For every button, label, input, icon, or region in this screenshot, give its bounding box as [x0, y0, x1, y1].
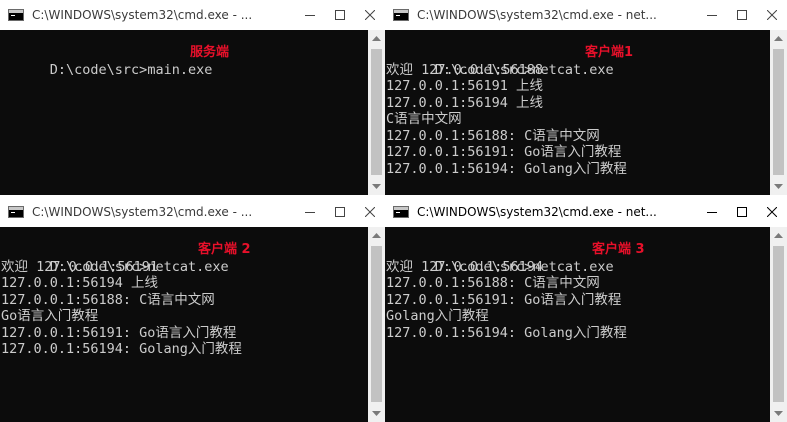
minimize-button[interactable]	[295, 0, 325, 30]
cmd-console-icon	[8, 9, 24, 21]
scroll-down-arrow-icon	[372, 411, 381, 416]
console-window-server[interactable]: C:\WINDOWS\system32\cmd.exe - ... D:\cod…	[0, 0, 385, 195]
close-button[interactable]	[355, 0, 385, 30]
minimize-icon	[707, 15, 717, 16]
output-line: 127.0.0.1:56188: C语言中文网	[386, 127, 600, 144]
scroll-down-button[interactable]	[368, 178, 385, 195]
output-line: 127.0.0.1:56194: Golang入门教程	[1, 341, 242, 357]
window-titlebar[interactable]: C:\WINDOWS\system32\cmd.exe - ...	[0, 197, 385, 227]
maximize-icon	[335, 207, 345, 217]
output-line: Golang入门教程	[386, 308, 489, 324]
scroll-down-button[interactable]	[770, 405, 787, 422]
scroll-up-arrow-icon	[372, 36, 381, 41]
minimize-icon	[305, 15, 315, 16]
output-line: 127.0.0.1:56188: C语言中文网	[1, 291, 215, 308]
scroll-down-arrow-icon	[774, 411, 783, 416]
vertical-scrollbar[interactable]	[770, 227, 787, 422]
command-prompt-line: D:\code\src>netcat.exe 客户端1	[385, 45, 770, 78]
scrollbar-thumb[interactable]	[371, 49, 382, 175]
vertical-scrollbar[interactable]	[368, 227, 385, 422]
vertical-scrollbar[interactable]	[368, 30, 385, 195]
minimize-icon	[305, 212, 315, 213]
minimize-icon	[707, 212, 717, 213]
output-line: 127.0.0.1:56191 上线	[386, 78, 544, 94]
window-title: C:\WINDOWS\system32\cmd.exe - ...	[32, 205, 253, 219]
window-title: C:\WINDOWS\system32\cmd.exe - net...	[417, 205, 657, 219]
cmd-console-icon	[393, 206, 409, 218]
console-output[interactable]: D:\code\src>netcat.exe 客户端 3 欢迎 127.0.0.…	[385, 227, 770, 422]
minimize-button[interactable]	[295, 197, 325, 227]
console-window-client-1[interactable]: C:\WINDOWS\system32\cmd.exe - net... D:\…	[385, 0, 787, 195]
maximize-button[interactable]	[727, 0, 757, 30]
maximize-button[interactable]	[325, 0, 355, 30]
console-output[interactable]: D:\code\src>netcat.exe 客户端 2 欢迎 127.0.0.…	[0, 227, 368, 422]
annotation-label: 服务端	[190, 45, 230, 60]
scrollbar-thumb[interactable]	[773, 246, 784, 402]
maximize-icon	[737, 10, 747, 20]
scrollbar-thumb[interactable]	[371, 246, 382, 402]
prompt-text: D:\code\src>netcat.exe	[434, 61, 614, 78]
scroll-up-arrow-icon	[774, 36, 783, 41]
minimize-button[interactable]	[697, 0, 727, 30]
window-titlebar[interactable]: C:\WINDOWS\system32\cmd.exe - net...	[385, 197, 787, 227]
annotation-label: 客户端 3	[592, 242, 645, 257]
scroll-up-button[interactable]	[770, 227, 787, 244]
close-icon	[365, 10, 375, 20]
close-icon	[767, 207, 777, 217]
command-prompt-line: D:\code\src>netcat.exe 客户端 2	[0, 242, 368, 275]
window-titlebar[interactable]: C:\WINDOWS\system32\cmd.exe - net...	[385, 0, 787, 30]
cmd-console-icon	[8, 206, 24, 218]
maximize-icon	[335, 10, 345, 20]
scroll-down-button[interactable]	[368, 405, 385, 422]
scroll-down-arrow-icon	[372, 184, 381, 189]
output-line: C语言中文网	[386, 111, 462, 127]
output-line: 127.0.0.1:56194 上线	[386, 94, 544, 111]
maximize-button[interactable]	[325, 197, 355, 227]
maximize-icon	[737, 207, 747, 217]
console-output[interactable]: D:\code\src>main.exe 服务端	[0, 30, 368, 195]
command-prompt-line: D:\code\src>netcat.exe 客户端 3	[385, 242, 770, 275]
output-line: 127.0.0.1:56194: Golang入门教程	[386, 160, 627, 177]
window-title: C:\WINDOWS\system32\cmd.exe - net...	[417, 8, 657, 22]
window-titlebar[interactable]: C:\WINDOWS\system32\cmd.exe - ...	[0, 0, 385, 30]
close-icon	[767, 10, 777, 20]
output-line: 127.0.0.1:56191: Go语言入门教程	[1, 324, 237, 341]
prompt-text: D:\code\src>netcat.exe	[49, 258, 229, 275]
output-line: 127.0.0.1:56194: Golang入门教程	[386, 324, 627, 341]
vertical-scrollbar[interactable]	[770, 30, 787, 195]
scroll-up-button[interactable]	[770, 30, 787, 47]
output-line: 127.0.0.1:56194 上线	[1, 275, 159, 291]
minimize-button[interactable]	[697, 197, 727, 227]
prompt-text: D:\code\src>netcat.exe	[434, 258, 614, 275]
scrollbar-thumb[interactable]	[773, 49, 784, 175]
close-button[interactable]	[757, 197, 787, 227]
prompt-text: D:\code\src>main.exe	[49, 61, 213, 78]
console-window-client-3[interactable]: C:\WINDOWS\system32\cmd.exe - net... D:\…	[385, 197, 787, 422]
cmd-console-icon	[393, 9, 409, 21]
scroll-down-button[interactable]	[770, 178, 787, 195]
output-line: 127.0.0.1:56191: Go语言入门教程	[386, 291, 622, 308]
scroll-up-arrow-icon	[372, 233, 381, 238]
console-window-client-2[interactable]: C:\WINDOWS\system32\cmd.exe - ... D:\cod…	[0, 197, 385, 422]
output-line: 127.0.0.1:56188: C语言中文网	[386, 275, 600, 291]
output-line: Go语言入门教程	[1, 308, 99, 324]
close-button[interactable]	[757, 0, 787, 30]
console-output[interactable]: D:\code\src>netcat.exe 客户端1 欢迎 127.0.0.1…	[385, 30, 770, 195]
maximize-button[interactable]	[727, 197, 757, 227]
scroll-down-arrow-icon	[774, 184, 783, 189]
scroll-up-button[interactable]	[368, 30, 385, 47]
close-icon	[365, 207, 375, 217]
close-button[interactable]	[355, 197, 385, 227]
output-line: 127.0.0.1:56191: Go语言入门教程	[386, 144, 622, 160]
window-title: C:\WINDOWS\system32\cmd.exe - ...	[32, 8, 253, 22]
scroll-up-arrow-icon	[774, 233, 783, 238]
scroll-up-button[interactable]	[368, 227, 385, 244]
command-prompt-line: D:\code\src>main.exe 服务端	[0, 45, 368, 78]
annotation-label: 客户端 2	[198, 242, 251, 257]
annotation-label: 客户端1	[585, 45, 634, 60]
